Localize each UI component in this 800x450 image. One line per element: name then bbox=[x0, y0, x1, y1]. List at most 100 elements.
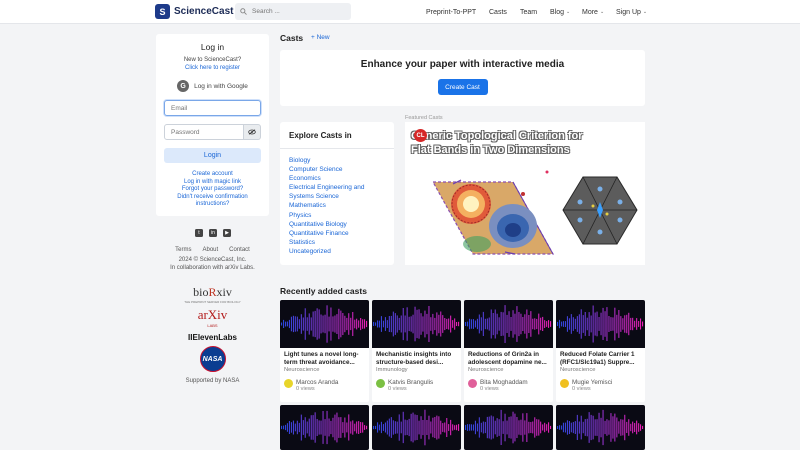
waveform-bar bbox=[396, 315, 398, 333]
category-statistics[interactable]: Statistics bbox=[289, 239, 315, 246]
cast-card[interactable] bbox=[372, 405, 461, 450]
waveform-bar bbox=[430, 421, 432, 434]
cast-card[interactable] bbox=[556, 405, 645, 450]
waveform-bar bbox=[624, 315, 626, 333]
waveform-bar bbox=[432, 417, 434, 438]
resend-confirmation-link[interactable]: Didn't receive confirmation bbox=[177, 194, 248, 200]
waveform-bar bbox=[436, 312, 438, 336]
waveform-bar bbox=[342, 313, 344, 335]
waveform-bar bbox=[588, 312, 590, 336]
category-economics[interactable]: Economics bbox=[289, 175, 321, 182]
waveform-bar bbox=[281, 425, 283, 430]
cast-card[interactable]: Mechanistic insights into structure-base… bbox=[372, 300, 461, 402]
waveform-bar bbox=[288, 421, 290, 434]
google-login-button[interactable]: G Log in with Google bbox=[164, 80, 261, 92]
category-mathematics[interactable]: Mathematics bbox=[289, 202, 326, 209]
category-biology[interactable]: Biology bbox=[289, 157, 310, 164]
about-link[interactable]: About bbox=[202, 247, 218, 253]
search-box[interactable] bbox=[235, 3, 351, 20]
waveform-bar bbox=[340, 417, 342, 438]
waveform-bar bbox=[622, 419, 624, 436]
biorxiv-logo[interactable]: bioRxiv THE PREPRINT SERVER FOR BIOLOGY bbox=[156, 285, 269, 304]
nav-preprint-to-ppt[interactable]: Preprint-To-PPT bbox=[426, 0, 476, 24]
nav-casts[interactable]: Casts bbox=[489, 0, 507, 24]
google-login-label: Log in with Google bbox=[194, 82, 248, 90]
cast-card[interactable] bbox=[280, 405, 369, 450]
nav-signup-label: Sign Up bbox=[616, 8, 641, 16]
password-field[interactable] bbox=[164, 124, 244, 140]
waveform-bar bbox=[452, 320, 454, 328]
waveform-bar bbox=[504, 413, 506, 442]
linkedin-icon[interactable]: in bbox=[209, 229, 217, 237]
waveform-bar bbox=[344, 417, 346, 438]
create-cast-button[interactable]: Create Cast bbox=[437, 79, 488, 95]
login-title: Log in bbox=[200, 42, 225, 52]
eye-slash-icon[interactable] bbox=[244, 124, 261, 140]
waveform-bar bbox=[330, 420, 332, 435]
waveform-bar bbox=[406, 307, 408, 341]
category-eess-2[interactable]: Systems Science bbox=[289, 193, 339, 200]
youtube-icon[interactable]: ▶ bbox=[223, 229, 231, 237]
elevenlabs-logo[interactable]: IIElevenLabs bbox=[156, 333, 269, 342]
category-uncategorized[interactable]: Uncategorized bbox=[289, 248, 331, 255]
category-eess[interactable]: Electrical Engineering and bbox=[289, 184, 365, 191]
create-account-link[interactable]: Create account bbox=[192, 171, 233, 177]
chevron-down-icon: ⌄ bbox=[642, 9, 648, 15]
nasa-logo[interactable]: NASA bbox=[199, 346, 226, 372]
biorxiv-tagline: THE PREPRINT SERVER FOR BIOLOGY bbox=[184, 300, 241, 304]
waveform-bar bbox=[281, 322, 283, 326]
cast-card[interactable]: Reduced Folate Carrier 1 (RFC1/Slc19a1) … bbox=[556, 300, 645, 402]
waveform-bar bbox=[382, 424, 384, 431]
twitter-icon[interactable]: t bbox=[195, 229, 203, 237]
waveform-bar bbox=[326, 410, 328, 445]
nav-team[interactable]: Team bbox=[520, 0, 537, 24]
forgot-password-link[interactable]: Forgot your password? bbox=[182, 186, 243, 192]
waveform-bar bbox=[334, 414, 336, 441]
search-input[interactable] bbox=[252, 8, 332, 15]
login-button[interactable]: Login bbox=[164, 148, 261, 163]
arxiv-labs-logo[interactable]: arXiv LABS bbox=[156, 307, 269, 328]
search-icon bbox=[240, 8, 247, 15]
cast-thumbnail bbox=[280, 300, 369, 348]
waveform-bar bbox=[348, 414, 350, 441]
terms-link[interactable]: Terms bbox=[175, 247, 191, 253]
cast-card[interactable] bbox=[464, 405, 553, 450]
author-name: Katvis Brangulis bbox=[388, 379, 434, 386]
waveform-bar bbox=[472, 319, 474, 329]
nav-more[interactable]: More ⌄ bbox=[582, 0, 604, 24]
social-links: t in ▶ bbox=[195, 229, 231, 237]
featured-badge: CL bbox=[414, 129, 427, 142]
waveform-bar bbox=[486, 318, 488, 330]
waveform-bar bbox=[524, 314, 526, 334]
category-computer-science[interactable]: Computer Science bbox=[289, 166, 342, 173]
logo[interactable]: S ScienceCast bbox=[155, 4, 233, 19]
cast-card[interactable]: Reductions of Grin2a in adolescent dopam… bbox=[464, 300, 553, 402]
waveform-bar bbox=[634, 423, 636, 432]
waveform-bar bbox=[584, 419, 586, 436]
category-q-bio[interactable]: Quantitative Biology bbox=[289, 221, 347, 228]
logo-text: ScienceCast bbox=[174, 6, 234, 17]
waveform-bar bbox=[606, 307, 608, 341]
cast-card[interactable]: Light tunes a novel long-term threat avo… bbox=[280, 300, 369, 402]
waveform-bar bbox=[298, 422, 300, 433]
nav-blog[interactable]: Blog ⌄ bbox=[550, 0, 570, 24]
category-q-fin[interactable]: Quantitative Finance bbox=[289, 230, 349, 237]
waveform-bar bbox=[408, 418, 410, 437]
waveform-bar bbox=[302, 420, 304, 435]
featured-cast[interactable]: Generic Topological Criterion for Flat B… bbox=[405, 122, 645, 265]
resend-confirmation-link-2[interactable]: instructions? bbox=[196, 201, 230, 207]
register-link[interactable]: Click here to register bbox=[185, 65, 240, 71]
biorxiv-post: xiv bbox=[216, 285, 232, 299]
waveform-bar bbox=[498, 419, 500, 436]
waveform-bar bbox=[296, 316, 298, 332]
waveform-bar bbox=[534, 417, 536, 438]
contact-link[interactable]: Contact bbox=[229, 247, 250, 253]
magic-link-login[interactable]: Log in with magic link bbox=[184, 179, 241, 185]
email-field[interactable] bbox=[164, 100, 261, 116]
waveform-bar bbox=[446, 318, 448, 329]
waveform-bar bbox=[586, 418, 588, 437]
waveform-bar bbox=[373, 321, 375, 326]
nav-sign-up[interactable]: Sign Up ⌄ bbox=[616, 0, 647, 24]
new-cast-link[interactable]: + New bbox=[311, 34, 330, 41]
category-physics[interactable]: Physics bbox=[289, 212, 311, 219]
